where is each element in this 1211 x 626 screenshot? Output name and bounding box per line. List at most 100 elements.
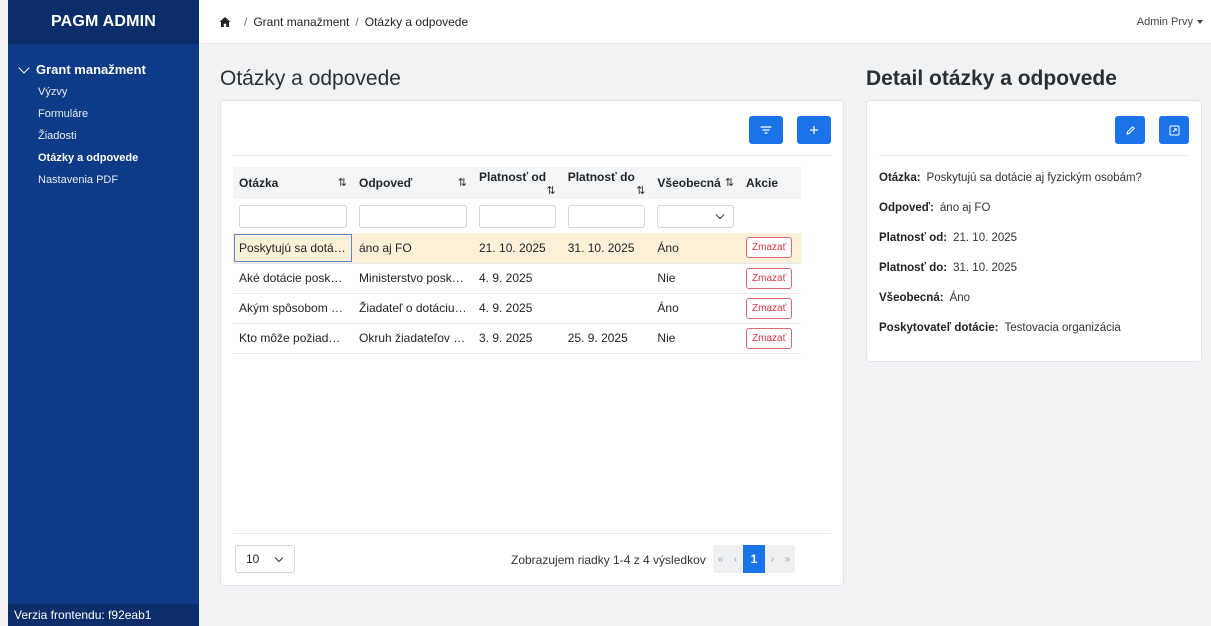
cell-answer[interactable]: Žiadateľ o dotáciu … xyxy=(353,293,473,324)
pencil-icon xyxy=(1125,125,1135,135)
nav-list: Výzvy Formuláre Žiadosti Otázky a odpove… xyxy=(8,81,199,191)
filter-valid-to-input[interactable] xyxy=(567,204,646,228)
column-header-question[interactable]: Otázka ⇅ xyxy=(233,167,353,199)
filter-general-select[interactable] xyxy=(657,204,735,228)
edit-button[interactable] xyxy=(1115,116,1145,144)
cell-question[interactable]: Poskytujú sa dotác… xyxy=(233,233,353,264)
filter-answer-input[interactable] xyxy=(359,204,467,228)
cell-question[interactable]: Aké dotácie poskyt… xyxy=(233,263,353,294)
detail-title: Detail otázky a odpovede xyxy=(866,67,1117,90)
pagination-info: Zobrazujem riadky 1-4 z 4 výsledkov xyxy=(511,553,706,567)
detail-valid-from: Platnosť od: 21. 10. 2025 xyxy=(879,232,1018,244)
nav-group-grant-management[interactable]: Grant manažment xyxy=(8,61,199,77)
cell-valid-to[interactable]: 25. 9. 2025 xyxy=(561,323,652,354)
sidebar: PAGM ADMIN Grant manažment Výzvy Formulá… xyxy=(8,0,199,626)
cell-general[interactable]: Áno xyxy=(651,293,741,324)
table-row[interactable]: Akým spôsobom s… Žiadateľ o dotáciu … 4.… xyxy=(233,293,801,324)
cell-general[interactable]: Nie xyxy=(651,323,741,354)
sort-icon[interactable]: ⇅ xyxy=(338,176,347,189)
page-size-select[interactable]: 10 xyxy=(235,545,295,573)
breadcrumb-current: Otázky a odpovede xyxy=(364,14,469,29)
sort-icon[interactable]: ⇅ xyxy=(458,176,467,189)
detail-answer: Odpoveď: áno aj FO xyxy=(879,202,991,214)
detail-general: Všeobecná: Áno xyxy=(879,292,971,304)
chevron-down-icon xyxy=(715,210,725,219)
page-prev-button[interactable]: ‹ xyxy=(728,545,743,573)
detail-valid-to: Platnosť do: 31. 10. 2025 xyxy=(879,262,1018,274)
user-name: Admin Prvy xyxy=(1136,16,1193,28)
home-icon[interactable] xyxy=(219,16,231,28)
chevron-down-icon xyxy=(274,553,284,563)
open-detail-button[interactable] xyxy=(1159,116,1189,144)
breadcrumb-grant-management[interactable]: Grant manažment xyxy=(253,15,349,29)
delete-button[interactable]: Zmazať xyxy=(746,267,793,289)
cell-valid-from[interactable]: 21. 10. 2025 xyxy=(473,233,562,264)
topbar: / Grant manažment / Otázky a odpovede Ad… xyxy=(199,0,1211,44)
page-first-button[interactable]: « xyxy=(713,545,728,573)
filter-button[interactable] xyxy=(749,116,783,144)
table-row[interactable]: Kto môže požiadať… Okruh žiadateľov o… 3… xyxy=(233,323,801,354)
add-button[interactable] xyxy=(797,116,831,144)
frontend-version: Verzia frontendu: f92eab1 xyxy=(8,604,199,626)
cell-actions: Zmazať xyxy=(740,263,801,294)
filter-valid-from-input[interactable] xyxy=(479,204,556,228)
cell-answer[interactable]: Ministerstvo posky… xyxy=(353,263,473,294)
column-header-valid-from[interactable]: Platnosť od ⇅ xyxy=(473,167,562,199)
plus-icon xyxy=(809,125,819,135)
column-header-answer[interactable]: Odpoveď ⇅ xyxy=(353,167,473,199)
sidebar-item-nastavenia-pdf[interactable]: Nastavenia PDF xyxy=(8,169,199,191)
sidebar-item-otazky-a-odpovede[interactable]: Otázky a odpovede xyxy=(8,147,199,169)
cell-valid-to[interactable]: 31. 10. 2025 xyxy=(561,233,652,264)
sidebar-item-formulare[interactable]: Formuláre xyxy=(8,103,199,125)
cell-actions: Zmazať xyxy=(740,233,801,264)
column-header-actions: Akcie xyxy=(740,167,801,199)
brand-logo[interactable]: PAGM ADMIN xyxy=(8,0,199,44)
divider xyxy=(233,155,831,156)
sort-icon[interactable]: ⇅ xyxy=(547,184,556,197)
column-header-valid-to[interactable]: Platnosť do ⇅ xyxy=(561,167,652,199)
table-row[interactable]: Aké dotácie poskyt… Ministerstvo posky… … xyxy=(233,263,801,294)
cell-valid-to[interactable] xyxy=(561,293,652,324)
cell-answer[interactable]: áno aj FO xyxy=(353,233,473,264)
divider xyxy=(879,155,1189,156)
filter-icon xyxy=(760,126,772,134)
external-link-icon xyxy=(1169,125,1179,135)
cell-valid-from[interactable]: 3. 9. 2025 xyxy=(473,323,562,354)
detail-provider: Poskytovateľ dotácie: Testovacia organizá… xyxy=(879,322,1121,334)
sort-icon[interactable]: ⇅ xyxy=(636,184,645,197)
pagination: « ‹ 1 › » xyxy=(713,545,795,573)
list-card: Otázka ⇅ Odpoveď ⇅ Platnosť od ⇅ Platnosť d… xyxy=(220,100,844,586)
chevron-down-icon xyxy=(18,61,30,74)
nav-group-label: Grant manažment xyxy=(36,62,146,77)
cell-general[interactable]: Nie xyxy=(651,263,741,294)
page-current-button[interactable]: 1 xyxy=(743,545,765,573)
cell-valid-from[interactable]: 4. 9. 2025 xyxy=(473,263,562,294)
page-last-button[interactable]: » xyxy=(780,545,795,573)
user-menu[interactable]: Admin Prvy xyxy=(1137,16,1203,28)
cell-general[interactable]: Áno xyxy=(651,233,741,264)
breadcrumb-separator: / xyxy=(244,14,248,29)
filter-row xyxy=(233,199,801,233)
filter-question-input[interactable] xyxy=(239,204,347,228)
delete-button[interactable]: Zmazať xyxy=(746,327,793,349)
cell-valid-from[interactable]: 4. 9. 2025 xyxy=(473,293,562,324)
table-row[interactable]: Poskytujú sa dotác… áno aj FO 21. 10. 20… xyxy=(233,233,801,264)
breadcrumb-separator: / xyxy=(355,14,359,29)
divider xyxy=(233,533,831,534)
delete-button[interactable]: Zmazať xyxy=(746,297,793,319)
page-title: Otázky a odpovede xyxy=(220,67,401,90)
delete-button[interactable]: Zmazať xyxy=(746,237,793,259)
cell-answer[interactable]: Okruh žiadateľov o… xyxy=(353,323,473,354)
cell-question[interactable]: Akým spôsobom s… xyxy=(233,293,353,324)
page-size-value: 10 xyxy=(246,552,260,566)
cell-actions: Zmazať xyxy=(740,293,801,324)
sort-icon[interactable]: ⇅ xyxy=(725,176,734,189)
page-next-button[interactable]: › xyxy=(765,545,780,573)
cell-question[interactable]: Kto môže požiadať… xyxy=(233,323,353,354)
sidebar-item-vyzvy[interactable]: Výzvy xyxy=(8,81,199,103)
caret-down-icon xyxy=(1197,20,1203,24)
cell-valid-to[interactable] xyxy=(561,263,652,294)
sidebar-item-ziadosti[interactable]: Žiadosti xyxy=(8,125,199,147)
table-header-row: Otázka ⇅ Odpoveď ⇅ Platnosť od ⇅ Platnosť d… xyxy=(233,167,801,199)
column-header-general[interactable]: Všeobecná ⇅ xyxy=(651,167,741,199)
